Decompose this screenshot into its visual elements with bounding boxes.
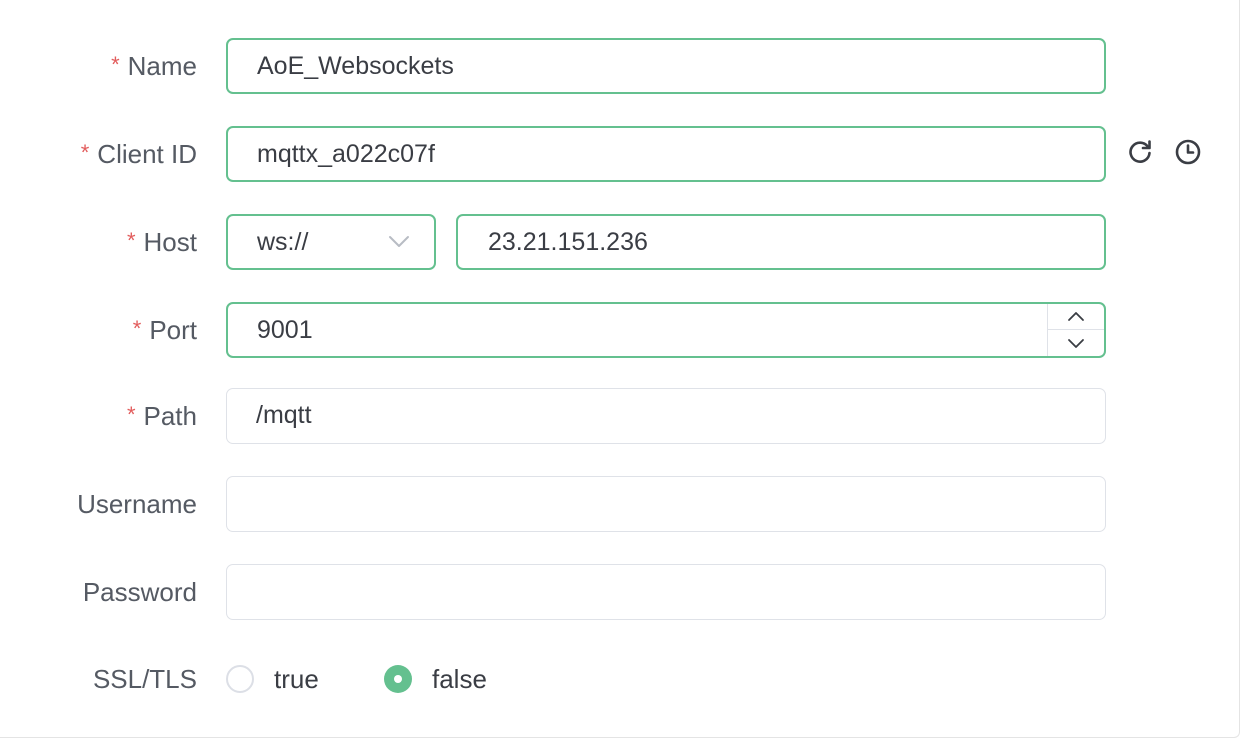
password-input[interactable] xyxy=(226,564,1106,620)
required-marker: * xyxy=(132,316,142,341)
chevron-down-icon xyxy=(389,236,409,247)
host-input-value: 23.21.151.236 xyxy=(488,228,648,256)
port-stepper xyxy=(1047,304,1104,356)
ssl-tls-label: SSL/TLS xyxy=(92,664,197,694)
chevron-down-icon xyxy=(1068,339,1084,348)
protocol-select-value: ws:// xyxy=(257,228,309,256)
name-label: * Name xyxy=(111,51,197,81)
host-input[interactable]: 23.21.151.236 xyxy=(456,214,1106,270)
username-input[interactable] xyxy=(226,476,1106,532)
ssl-false-radio[interactable] xyxy=(384,665,412,693)
required-marker: * xyxy=(126,402,136,427)
username-label: Username xyxy=(77,489,197,519)
port-input-value: 9001 xyxy=(257,316,313,344)
refresh-icon[interactable] xyxy=(1126,138,1154,166)
client-id-label: * Client ID xyxy=(80,139,197,169)
port-label: * Port xyxy=(132,315,197,345)
required-marker: * xyxy=(126,228,136,253)
required-marker: * xyxy=(111,52,120,77)
chevron-up-icon xyxy=(1068,312,1084,321)
port-decrement-button[interactable] xyxy=(1048,330,1104,356)
ssl-true-label[interactable]: true xyxy=(274,664,319,694)
connection-form: * Name AoE_Websockets * Client ID mqttx_a0… xyxy=(0,0,1240,738)
client-id-input[interactable]: mqttx_a022c07f xyxy=(226,126,1106,182)
name-input[interactable]: AoE_Websockets xyxy=(226,38,1106,94)
port-increment-button[interactable] xyxy=(1048,304,1104,330)
password-label: Password xyxy=(82,577,197,607)
protocol-select[interactable]: ws:// xyxy=(226,214,436,270)
name-input-value: AoE_Websockets xyxy=(257,52,454,80)
client-id-input-value: mqttx_a022c07f xyxy=(257,140,435,168)
path-input[interactable]: /mqtt xyxy=(226,388,1106,444)
ssl-false-label[interactable]: false xyxy=(432,664,487,694)
clock-icon[interactable] xyxy=(1174,138,1202,166)
port-input[interactable]: 9001 xyxy=(226,302,1106,358)
path-label: * Path xyxy=(126,401,197,431)
path-input-value: /mqtt xyxy=(256,401,312,429)
host-label: * Host xyxy=(126,227,197,257)
required-marker: * xyxy=(80,140,90,165)
ssl-true-radio[interactable] xyxy=(226,665,254,693)
